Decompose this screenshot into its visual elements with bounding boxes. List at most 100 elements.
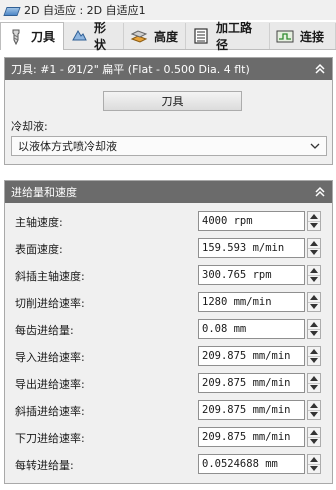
spinner	[307, 346, 321, 366]
feed-row-value-field[interactable]: 0.0524688 mm	[198, 454, 305, 474]
feed-row: 斜插进给速率: 209.875 mm/min	[5, 399, 332, 421]
spin-down-button[interactable]	[308, 222, 320, 231]
feed-row: 导入进给速率: 209.875 mm/min	[5, 345, 332, 367]
title-bar: 2D 自适应 : 2D 自适应1	[0, 0, 336, 20]
feed-row: 主轴速度: 4000 rpm	[5, 210, 332, 232]
feed-row: 表面速度: 159.593 m/min	[5, 237, 332, 259]
triangle-down-icon	[310, 303, 318, 309]
feed-speed-panel: 进给量和速度 主轴速度: 4000 rpm 表面速度: 159.593 m/min 斜插…	[4, 180, 333, 484]
feed-row-value-field[interactable]: 1280 mm/min	[198, 292, 305, 312]
triangle-up-icon	[310, 322, 318, 328]
triangle-down-icon	[310, 357, 318, 363]
triangle-up-icon	[310, 403, 318, 409]
coolant-value: 以液体方式喷冷却液	[18, 140, 117, 153]
spin-down-button[interactable]	[308, 465, 320, 474]
spin-down-button[interactable]	[308, 303, 320, 312]
spinner	[307, 373, 321, 393]
spin-up-button[interactable]	[308, 212, 320, 222]
spinner	[307, 265, 321, 285]
spin-up-button[interactable]	[308, 428, 320, 438]
tab-tool-label: 刀具	[31, 30, 56, 44]
feed-row-value-field[interactable]: 0.08 mm	[198, 319, 305, 339]
triangle-down-icon	[310, 249, 318, 255]
spin-up-button[interactable]	[308, 239, 320, 249]
triangle-up-icon	[310, 241, 318, 247]
spinner	[307, 319, 321, 339]
select-tool-button[interactable]: 刀具	[103, 91, 242, 111]
feed-row-value-field[interactable]: 159.593 m/min	[198, 238, 305, 258]
spin-down-button[interactable]	[308, 276, 320, 285]
tab-toolpath-label: 加工路径	[216, 21, 253, 52]
spinner	[307, 454, 321, 474]
tool-panel: 刀具: #1 - Ø1/2" 扁平 (Flat - 0.500 Dia. 4 f…	[4, 57, 333, 165]
feed-row-value-field[interactable]: 4000 rpm	[198, 211, 305, 231]
spin-up-button[interactable]	[308, 266, 320, 276]
feed-row-value-field[interactable]: 209.875 mm/min	[198, 346, 305, 366]
triangle-up-icon	[310, 376, 318, 382]
feed-row-label: 主轴速度:	[15, 216, 63, 229]
feed-row-value-field[interactable]: 209.875 mm/min	[198, 373, 305, 393]
feed-row: 斜插主轴速度: 300.765 rpm	[5, 264, 332, 286]
triangle-up-icon	[310, 349, 318, 355]
coolant-select[interactable]: 以液体方式喷冷却液	[11, 136, 327, 156]
height-icon	[130, 27, 148, 45]
linking-icon	[276, 27, 294, 45]
feed-row: 每转进给量: 0.0524688 mm	[5, 453, 332, 475]
feed-row-label: 下刀进给速率:	[15, 432, 85, 445]
spin-down-button[interactable]	[308, 438, 320, 447]
spin-up-button[interactable]	[308, 320, 320, 330]
spinner	[307, 211, 321, 231]
feed-row: 切削进给速率: 1280 mm/min	[5, 291, 332, 313]
collapse-feed-panel-button[interactable]	[312, 184, 328, 200]
spin-down-button[interactable]	[308, 249, 320, 258]
feed-row-label: 斜插主轴速度:	[15, 270, 85, 283]
feed-row-label: 表面速度:	[15, 243, 63, 256]
tab-height-label: 高度	[154, 29, 179, 44]
tab-toolpath[interactable]: 加工路径	[186, 21, 270, 52]
feed-row-value-field[interactable]: 300.765 rpm	[198, 265, 305, 285]
collapse-tool-panel-button[interactable]	[312, 61, 328, 77]
tab-shape[interactable]: 形状	[64, 21, 124, 52]
tool-panel-header[interactable]: 刀具: #1 - Ø1/2" 扁平 (Flat - 0.500 Dia. 4 f…	[5, 58, 332, 80]
coolant-label: 冷却液:	[11, 120, 48, 133]
tab-strip: 刀具 形状 高度 加工路径 连接	[0, 21, 336, 52]
triangle-down-icon	[310, 222, 318, 228]
spin-up-button[interactable]	[308, 455, 320, 465]
triangle-down-icon	[310, 276, 318, 282]
triangle-up-icon	[310, 430, 318, 436]
feed-row-label: 斜插进给速率:	[15, 405, 85, 418]
chevron-up-double-icon	[315, 63, 325, 74]
tab-height[interactable]: 高度	[124, 23, 186, 49]
feed-row-value-field[interactable]: 209.875 mm/min	[198, 400, 305, 420]
feed-row-label: 切削进给速率:	[15, 297, 85, 310]
spin-down-button[interactable]	[308, 411, 320, 420]
spin-up-button[interactable]	[308, 374, 320, 384]
feed-row: 导出进给速率: 209.875 mm/min	[5, 372, 332, 394]
spin-down-button[interactable]	[308, 384, 320, 393]
tab-tool[interactable]: 刀具	[0, 22, 64, 50]
spin-up-button[interactable]	[308, 347, 320, 357]
triangle-down-icon	[310, 411, 318, 417]
feed-row-label: 导出进给速率:	[15, 378, 85, 391]
triangle-down-icon	[310, 465, 318, 471]
tab-linking-label: 连接	[300, 29, 325, 44]
spinner	[307, 400, 321, 420]
spinner	[307, 427, 321, 447]
feed-speed-panel-title: 进给量和速度	[11, 186, 77, 199]
window-title: 2D 自适应 : 2D 自适应1	[24, 4, 146, 17]
feed-speed-panel-header[interactable]: 进给量和速度	[5, 181, 332, 203]
tab-linking[interactable]: 连接	[270, 23, 336, 49]
feed-row-label: 每转进给量:	[15, 459, 74, 472]
spin-down-button[interactable]	[308, 330, 320, 339]
spin-up-button[interactable]	[308, 293, 320, 303]
triangle-up-icon	[310, 268, 318, 274]
toolpath-icon	[192, 27, 210, 45]
feed-row-label: 导入进给速率:	[15, 351, 85, 364]
spin-up-button[interactable]	[308, 401, 320, 411]
spinner	[307, 238, 321, 258]
spin-down-button[interactable]	[308, 357, 320, 366]
feed-row-value-field[interactable]: 209.875 mm/min	[198, 427, 305, 447]
feed-row: 下刀进给速率: 209.875 mm/min	[5, 426, 332, 448]
triangle-down-icon	[310, 384, 318, 390]
shape-icon	[70, 27, 88, 45]
